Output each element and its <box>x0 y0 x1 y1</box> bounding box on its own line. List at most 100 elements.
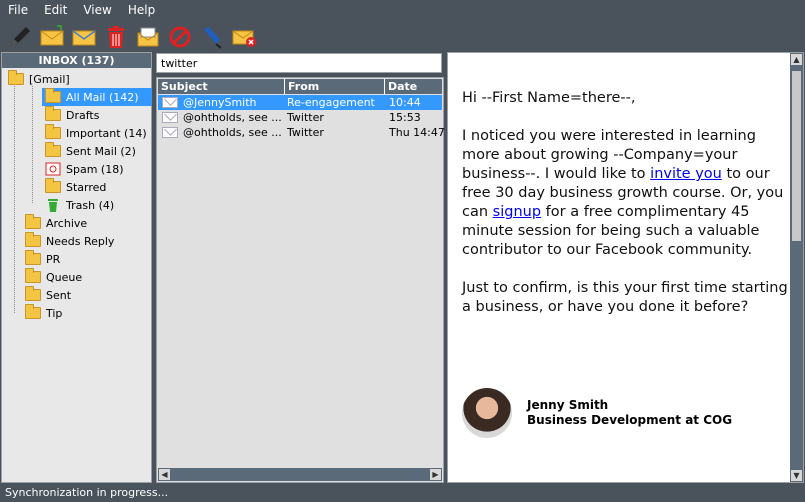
pencil-icon <box>11 26 30 46</box>
paragraph-1: I noticed you were interested in learnin… <box>462 127 790 260</box>
folder-icon <box>25 214 41 229</box>
trash-icon <box>108 25 124 48</box>
horizontal-scrollbar[interactable]: ◀ ▶ <box>158 468 442 481</box>
message-date: Thu 14:47 <box>389 126 445 139</box>
menu-file[interactable]: File <box>0 0 36 21</box>
folder-sent-mail[interactable]: Sent Mail (2) <box>45 142 136 160</box>
archive-button[interactable] <box>134 23 162 51</box>
message-list-panel: Subject From Date @JennySmith Re-engagem… <box>156 52 445 483</box>
folder-tip[interactable]: Tip <box>25 304 62 322</box>
folder-icon <box>45 88 61 103</box>
vertical-scrollbar[interactable]: ▲ ▼ <box>790 53 803 482</box>
folder-queue[interactable]: Queue <box>25 268 82 286</box>
folder-label: Spam (18) <box>66 162 124 176</box>
menu-edit[interactable]: Edit <box>36 0 75 21</box>
scroll-left-icon[interactable]: ◀ <box>159 469 170 480</box>
folder-all-mail[interactable]: All Mail (142) <box>42 88 152 106</box>
folder-label: [Gmail] <box>29 72 70 86</box>
message-from: Re-engagement <box>287 96 375 109</box>
menu-help[interactable]: Help <box>120 0 163 21</box>
folder-archive[interactable]: Archive <box>25 214 87 232</box>
folder-icon <box>25 232 41 247</box>
signature-name: Jenny Smith <box>527 398 609 412</box>
folder-sent[interactable]: Sent <box>25 286 71 304</box>
folder-label: Tip <box>46 306 63 320</box>
message-row[interactable]: @JennySmith Re-engagement 10:44 <box>158 95 442 110</box>
new-mail-button[interactable] <box>38 23 66 51</box>
greeting: Hi --First Name=there--, <box>462 90 636 106</box>
message-body: Hi --First Name=there--, I noticed you w… <box>462 89 790 336</box>
folder-label: Drafts <box>66 108 100 122</box>
folder-label: Queue <box>46 270 83 284</box>
folder-trash[interactable]: Trash (4) <box>45 196 114 214</box>
message-subject: @JennySmith <box>183 96 257 109</box>
delete-button[interactable] <box>102 23 130 51</box>
invite-link[interactable]: invite you <box>650 166 722 182</box>
folder-label: Important (14) <box>66 126 147 140</box>
folder-starred[interactable]: Starred <box>45 178 106 196</box>
message-row[interactable]: @ohtholds, see ... Twitter 15:53 <box>158 110 442 125</box>
folder-gmail[interactable]: [Gmail] <box>8 70 70 88</box>
signature-text: Jenny Smith Business Development at COG <box>527 398 732 428</box>
close-mail-button[interactable] <box>230 23 258 51</box>
message-from: Twitter <box>287 126 324 139</box>
paragraph-2: Just to confirm, is this your first time… <box>462 280 788 315</box>
message-date: 15:53 <box>389 111 421 124</box>
folder-drafts[interactable]: Drafts <box>45 106 99 124</box>
scroll-right-icon[interactable]: ▶ <box>430 469 441 480</box>
signature-title: Business Development at COG <box>527 413 733 427</box>
folder-label: Trash (4) <box>66 198 115 212</box>
envelope-icon <box>162 112 178 123</box>
scroll-up-icon[interactable]: ▲ <box>791 54 802 65</box>
menu-view[interactable]: View <box>75 0 119 21</box>
message-preview: Hi --First Name=there--, I noticed you w… <box>447 52 804 483</box>
mail-button[interactable] <box>70 23 98 51</box>
folder-needs-reply[interactable]: Needs Reply <box>25 232 114 250</box>
trash-icon <box>48 199 58 212</box>
column-subject[interactable]: Subject <box>158 79 285 94</box>
folder-label: All Mail (142) <box>66 90 139 104</box>
search-input[interactable] <box>156 53 442 73</box>
envelope-icon <box>162 97 178 108</box>
folder-tree: INBOX (137) [Gmail] All Mail (142) Draft… <box>1 52 152 483</box>
signature: Jenny Smith Business Development at COG <box>462 388 732 438</box>
pin-icon <box>204 26 222 49</box>
block-icon <box>169 26 191 47</box>
folder-label: Starred <box>66 180 107 194</box>
message-from: Twitter <box>287 111 324 124</box>
folder-pr[interactable]: PR <box>25 250 60 268</box>
folder-icon <box>45 124 61 139</box>
message-subject: @ohtholds, see ... <box>183 126 282 139</box>
folder-icon <box>8 70 24 85</box>
folder-label: Needs Reply <box>46 234 115 248</box>
column-date[interactable]: Date <box>385 79 442 94</box>
block-button[interactable] <box>166 23 194 51</box>
pin-button[interactable] <box>198 23 226 51</box>
message-list: Subject From Date @JennySmith Re-engagem… <box>156 77 445 483</box>
toolbar <box>0 21 805 52</box>
folder-icon <box>45 142 61 157</box>
folder-spam[interactable]: Spam (18) <box>45 160 124 178</box>
message-row[interactable]: @ohtholds, see ... Twitter Thu 14:47 <box>158 125 445 140</box>
inbox-header[interactable]: INBOX (137) <box>2 53 151 68</box>
compose-button[interactable] <box>6 23 34 51</box>
folder-icon <box>25 286 41 301</box>
envelope-icon <box>162 127 178 138</box>
avatar <box>462 388 512 438</box>
folder-important[interactable]: Important (14) <box>45 124 147 142</box>
folder-icon <box>45 178 61 193</box>
menu-bar: File Edit View Help <box>0 0 805 21</box>
folder-icon <box>25 304 41 319</box>
folder-icon <box>25 268 41 283</box>
column-from[interactable]: From <box>285 79 385 94</box>
signup-link[interactable]: signup <box>493 204 541 220</box>
spam-icon <box>45 162 61 176</box>
envelope-new-icon <box>40 24 64 45</box>
envelope-icon <box>72 29 96 45</box>
scroll-down-icon[interactable]: ▼ <box>791 470 802 481</box>
message-date: 10:44 <box>389 96 421 109</box>
scroll-thumb[interactable] <box>792 71 801 241</box>
folder-label: Sent <box>46 288 72 302</box>
archive-mail-icon <box>137 27 159 46</box>
folder-label: Archive <box>46 216 88 230</box>
